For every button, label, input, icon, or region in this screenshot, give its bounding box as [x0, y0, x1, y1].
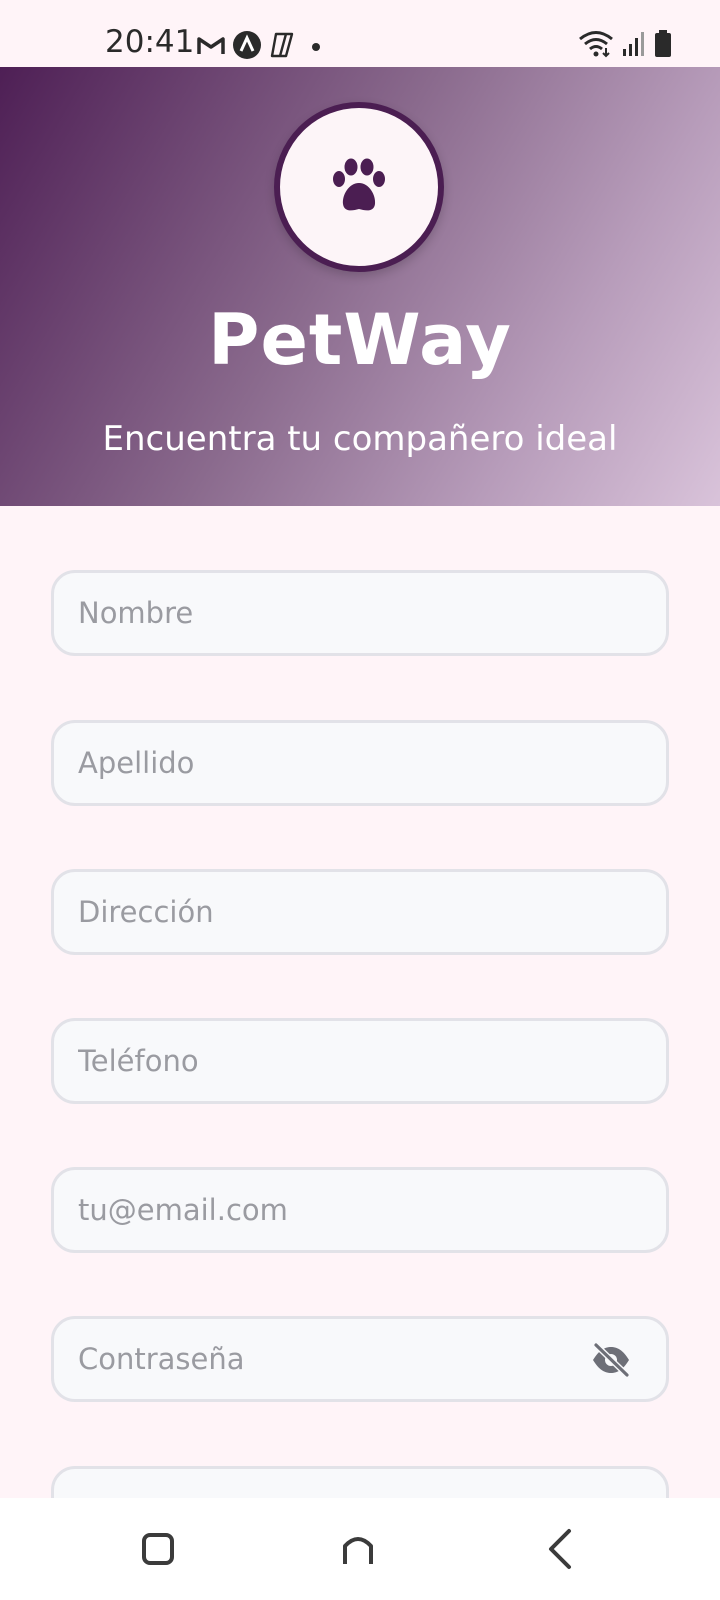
app-a-icon: [233, 31, 261, 59]
back-icon: [549, 1529, 571, 1569]
wifi-icon: [579, 31, 613, 58]
battery-icon: [655, 30, 671, 57]
notification-icons: [196, 30, 324, 60]
eye-off-icon: [593, 1343, 630, 1377]
app-subtitle: Encuentra tu compañero ideal: [102, 419, 618, 459]
address-field[interactable]: [51, 869, 669, 955]
email-input[interactable]: [78, 1170, 598, 1250]
back-button[interactable]: [530, 1524, 590, 1574]
first-name-field[interactable]: [51, 570, 669, 656]
status-time: 20:41: [105, 24, 195, 60]
last-name-field[interactable]: [51, 720, 669, 806]
last-name-input[interactable]: [78, 723, 598, 803]
password-visibility-toggle[interactable]: [590, 1341, 632, 1379]
app-copilot-icon: [270, 32, 294, 58]
home-button[interactable]: [328, 1524, 388, 1574]
address-input[interactable]: [78, 872, 598, 952]
first-name-input[interactable]: [78, 573, 598, 653]
system-icons: [578, 28, 672, 60]
paw-icon: [333, 158, 385, 211]
recents-icon: [142, 1533, 174, 1565]
signal-icon: [623, 32, 644, 56]
system-nav-bar: [0, 1498, 720, 1600]
gmail-icon: [197, 37, 225, 54]
status-bar: 20:41: [0, 0, 720, 67]
recents-button[interactable]: [128, 1524, 188, 1574]
app-logo: [274, 102, 444, 272]
dot-icon: [312, 43, 320, 51]
email-field[interactable]: [51, 1167, 669, 1253]
home-icon: [343, 1537, 373, 1564]
app-title: PetWay: [208, 299, 512, 381]
password-field[interactable]: [51, 1316, 669, 1402]
phone-field[interactable]: [51, 1018, 669, 1104]
password-input[interactable]: [78, 1319, 598, 1399]
phone-input[interactable]: [78, 1021, 598, 1101]
app-header: PetWay Encuentra tu compañero ideal: [0, 67, 720, 506]
